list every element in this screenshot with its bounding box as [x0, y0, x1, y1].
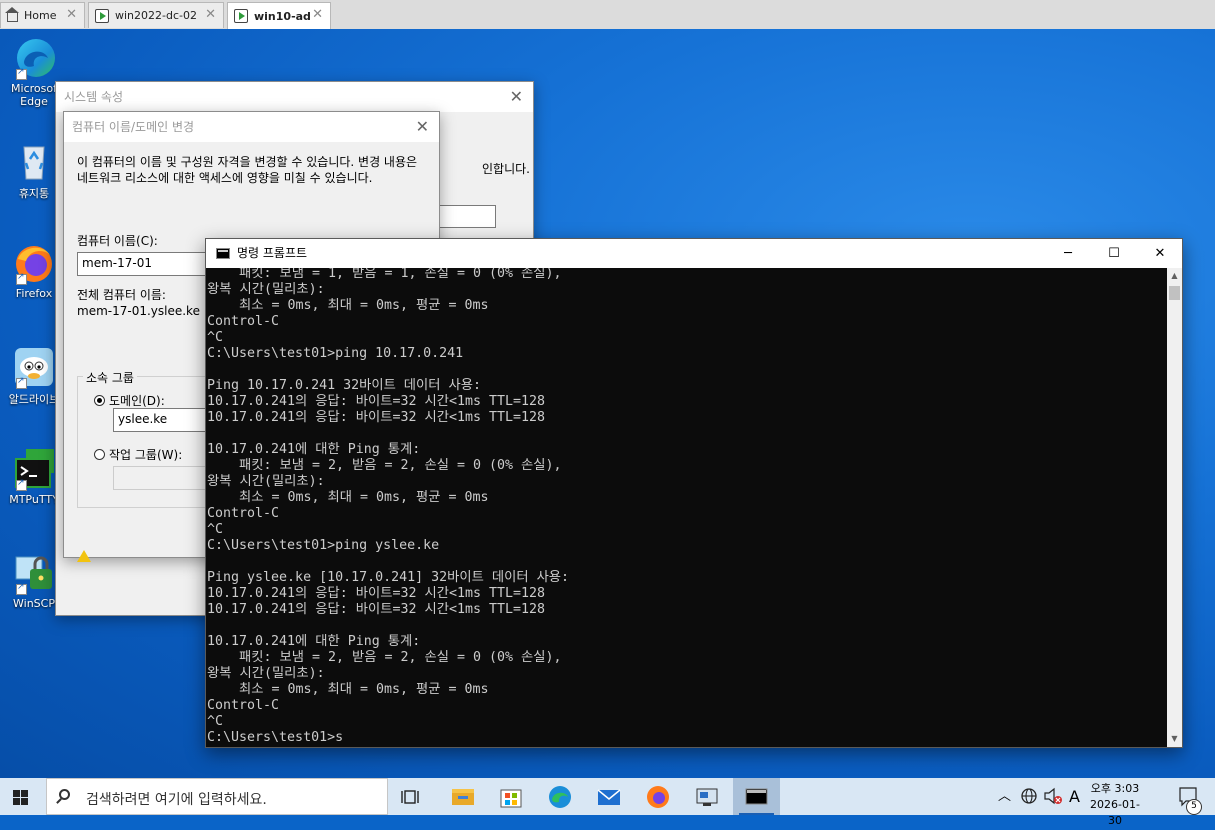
vertical-scrollbar[interactable]: ▲ ▼	[1167, 268, 1182, 747]
workgroup-label: 작업 그룹(W):	[109, 448, 183, 462]
clock-time: 오후 3:03	[1090, 782, 1140, 795]
console-output: 패킷: 보냄 = 1, 받음 = 1, 손실 = 0 (0% 손실), 왕복 시…	[207, 268, 570, 745]
vm-tab-home[interactable]: Home ✕	[0, 2, 85, 28]
console-screen[interactable]: 패킷: 보냄 = 1, 받음 = 1, 손실 = 0 (0% 손실), 왕복 시…	[206, 268, 1167, 747]
taskbar-search-box[interactable]: 검색하려면 여기에 입력하세요.	[46, 778, 388, 815]
shortcut-arrow-icon	[16, 478, 27, 491]
vm-tab-label: win2022-dc-02	[115, 9, 197, 22]
edge-icon	[549, 786, 571, 808]
shortcut-arrow-icon	[16, 67, 27, 80]
aldrive-icon	[12, 345, 56, 389]
scroll-up-icon[interactable]: ▲	[1167, 268, 1182, 284]
clock-date: 2026-01-30	[1090, 798, 1140, 827]
domain-label: 도메인(D):	[109, 394, 165, 408]
shortcut-arrow-icon	[16, 272, 27, 285]
full-name-label: 전체 컴퓨터 이름:	[77, 288, 166, 302]
volume-muted-icon[interactable]	[1043, 778, 1063, 815]
cmd-taskbar-button[interactable]	[733, 778, 780, 815]
close-button[interactable]: ✕	[1137, 239, 1183, 268]
maximize-button[interactable]: ☐	[1091, 239, 1137, 268]
scroll-thumb[interactable]	[1169, 286, 1180, 300]
store-button[interactable]	[491, 782, 531, 812]
notification-count-badge: 5	[1186, 799, 1202, 815]
dialog-description: 이 컴퓨터의 이름 및 구성원 자격을 변경할 수 있습니다. 변경 내용은 네…	[77, 155, 418, 185]
vm-icon	[95, 8, 109, 23]
scroll-down-icon[interactable]: ▼	[1167, 731, 1182, 747]
radio-selected-icon	[94, 395, 105, 406]
vm-tab-win10-ad[interactable]: win10-ad ✕	[227, 2, 331, 29]
workgroup-input[interactable]	[113, 466, 213, 490]
computer-name-input[interactable]: mem-17-01	[77, 252, 217, 276]
remote-desktop-icon	[696, 788, 718, 806]
folder-icon	[452, 789, 474, 805]
recycle-bin-icon	[12, 139, 56, 183]
close-icon[interactable]: ✕	[66, 7, 77, 22]
task-view-icon	[401, 790, 419, 804]
firefox-icon	[12, 241, 56, 285]
minimize-button[interactable]: ─	[1045, 239, 1091, 268]
notification-center-button[interactable]: 5	[1176, 778, 1202, 815]
edge-taskbar-button[interactable]	[540, 782, 580, 812]
member-of-label: 소속 그룹	[83, 369, 137, 386]
domain-input[interactable]: yslee.ke	[113, 408, 213, 432]
winscp-icon	[12, 551, 56, 595]
file-explorer-button[interactable]	[443, 782, 483, 812]
home-icon	[5, 7, 19, 22]
shortcut-arrow-icon	[16, 582, 27, 595]
command-prompt-window: 명령 프롬프트 ─ ☐ ✕ 패킷: 보냄 = 1, 받음 = 1, 손실 = 0…	[205, 238, 1183, 748]
radio-icon	[94, 449, 105, 460]
network-icon[interactable]	[1020, 778, 1038, 815]
vm-icon	[234, 9, 248, 23]
mail-icon	[597, 789, 621, 805]
window-title-bar: 컴퓨터 이름/도메인 변경 ✕	[64, 112, 439, 142]
shortcut-arrow-icon	[16, 376, 27, 389]
remote-desktop-button[interactable]	[687, 782, 727, 812]
vm-tab-label: win10-ad	[254, 9, 311, 23]
close-icon[interactable]: ✕	[312, 7, 323, 22]
mail-button[interactable]	[589, 782, 629, 812]
system-clock[interactable]: 오후 3:03 2026-01-30	[1088, 781, 1142, 829]
close-icon[interactable]: ✕	[416, 112, 429, 142]
search-icon	[59, 789, 70, 800]
search-placeholder: 검색하려면 여기에 입력하세요.	[86, 792, 267, 808]
window-title-bar: 시스템 속성 ✕	[56, 82, 533, 112]
store-icon	[500, 789, 522, 808]
edge-icon	[12, 36, 56, 80]
firefox-icon	[647, 786, 669, 808]
windows-logo-icon	[13, 790, 20, 797]
taskbar: 검색하려면 여기에 입력하세요. ︿ A 오후 3:03 2026-01-30 …	[0, 778, 1215, 827]
close-icon[interactable]: ✕	[205, 7, 216, 22]
cmd-icon	[745, 788, 768, 805]
system-props-text: 인합니다.	[482, 162, 530, 176]
vm-tab-label: Home	[24, 9, 57, 22]
full-name-value: mem-17-01.yslee.ke	[77, 304, 200, 318]
window-title: 명령 프롬프트	[237, 246, 308, 260]
mtputty-icon	[12, 447, 56, 491]
start-button[interactable]	[0, 778, 46, 815]
vm-tab-win2022-dc-02[interactable]: win2022-dc-02 ✕	[88, 2, 224, 28]
show-hidden-icons[interactable]: ︿	[998, 778, 1011, 815]
workgroup-radio[interactable]: 작업 그룹(W):	[94, 446, 182, 463]
vm-tab-bar: Home ✕ win2022-dc-02 ✕ win10-ad ✕	[0, 0, 1215, 30]
task-view-button[interactable]	[392, 782, 432, 812]
domain-radio[interactable]: 도메인(D):	[94, 392, 165, 409]
cmd-icon	[216, 248, 230, 259]
warning-icon	[77, 550, 91, 562]
window-title: 시스템 속성	[64, 90, 124, 104]
close-icon[interactable]: ✕	[510, 82, 523, 112]
input-method-indicator[interactable]: A	[1069, 778, 1080, 815]
window-title-bar[interactable]: 명령 프롬프트 ─ ☐ ✕	[206, 239, 1182, 268]
computer-description-field[interactable]	[438, 205, 496, 228]
computer-name-label: 컴퓨터 이름(C):	[77, 234, 158, 248]
window-title: 컴퓨터 이름/도메인 변경	[72, 120, 195, 134]
firefox-taskbar-button[interactable]	[638, 782, 678, 812]
